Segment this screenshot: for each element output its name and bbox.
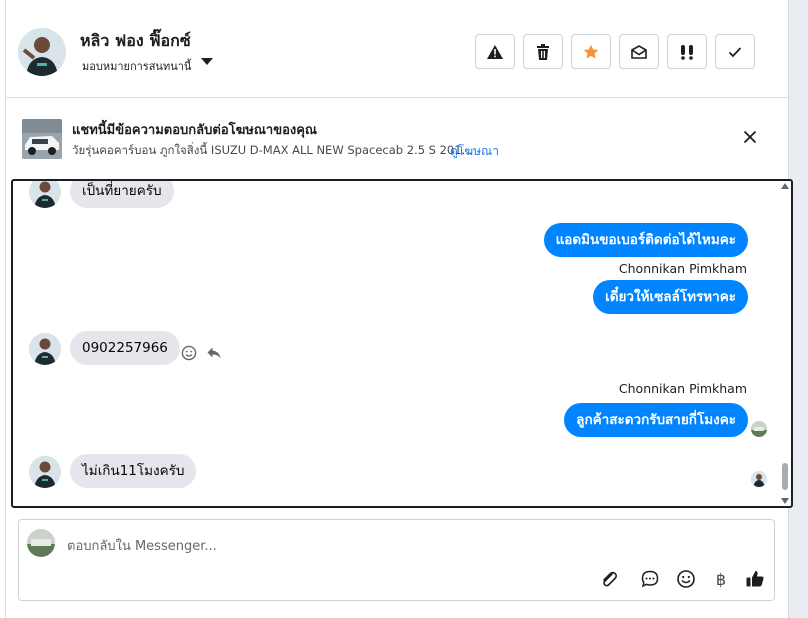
done-icon — [728, 46, 742, 57]
message-bubble-outgoing[interactable]: เดี๋ยวให้เซลล์โทรหาคะ — [593, 280, 748, 314]
message-bubble-incoming[interactable]: ไม่เกิน11โมงครับ — [70, 454, 197, 488]
react-button[interactable] — [181, 345, 197, 361]
star-icon — [583, 44, 599, 58]
attach-button[interactable] — [597, 567, 621, 591]
contact-message-avatar — [29, 333, 61, 365]
warning-button[interactable] — [475, 34, 515, 69]
ad-reply-banner: แชทนี้มีข้อความตอบกลับต่อโฆษณาของคุณ วัย… — [6, 99, 788, 177]
reply-icon — [207, 347, 221, 359]
reply-button[interactable] — [206, 345, 222, 361]
message-bubble-incoming[interactable]: เป็นที่ยายครับ — [70, 181, 174, 208]
trash-icon — [537, 43, 549, 60]
contact-message-avatar — [29, 181, 61, 208]
ad-thumbnail[interactable] — [22, 119, 62, 159]
page: หลิว ฟอง ฟิ๊อกซ์ มอบหมายการสนทนานี้ แชทน… — [0, 0, 808, 618]
message-bubble-incoming[interactable]: 0902257966 — [70, 331, 180, 365]
spam-icon — [681, 44, 693, 60]
emoji-button[interactable] — [674, 567, 698, 591]
saved-reply-button[interactable] — [638, 567, 662, 591]
contact-message-avatar — [29, 456, 61, 488]
emoji-icon — [677, 570, 695, 588]
reply-input[interactable] — [67, 536, 667, 556]
send-like-button[interactable] — [743, 567, 767, 591]
done-button[interactable] — [715, 34, 755, 69]
thumbs-up-icon — [746, 571, 764, 587]
scroll-down-icon — [781, 498, 789, 504]
seen-receipt-avatar — [751, 421, 767, 437]
message-bubble-outgoing[interactable]: แอดมินขอเบอร์ติดต่อได้ไหมคะ — [543, 223, 748, 257]
message-thread[interactable]: เป็นที่ยายครับ แอดมินขอเบอร์ติดต่อได้ไหม… — [11, 179, 793, 508]
reply-composer: ฿ — [18, 519, 775, 601]
seen-receipt-avatar — [751, 471, 767, 487]
saved-reply-icon — [641, 570, 659, 588]
baht-icon: ฿ — [715, 569, 727, 589]
star-button[interactable] — [571, 34, 611, 69]
warning-icon — [487, 44, 503, 59]
message-sender-name: Chonnikan Pimkham — [618, 381, 747, 396]
delete-button[interactable] — [523, 34, 563, 69]
conversation-panel: หลิว ฟอง ฟิ๊อกซ์ มอบหมายการสนทนานี้ แชทน… — [6, 0, 793, 618]
view-ad-link[interactable]: ดูโฆษณา — [450, 142, 499, 161]
ad-banner-subtitle: วัยรุ่นคอคาร์บอน ภูกใจสิ่งนี้ ISUZU D-MA… — [72, 143, 473, 157]
smiley-icon — [181, 345, 197, 361]
ad-banner-title: แชทนี้มีข้อความตอบกลับต่อโฆษณาของคุณ — [72, 123, 317, 138]
close-icon — [743, 130, 757, 144]
scroll-up-icon — [781, 183, 789, 189]
message-sender-name: Chonnikan Pimkham — [618, 261, 747, 276]
contact-name: หลิว ฟอง ฟิ๊อกซ์ — [80, 31, 191, 50]
contact-avatar[interactable] — [18, 28, 66, 76]
payment-button[interactable]: ฿ — [709, 567, 733, 591]
message-bubble-outgoing[interactable]: ลูกค้าสะดวกรับสายกี่โมงคะ — [564, 403, 748, 437]
mark-unread-icon — [631, 44, 647, 59]
conversation-header: หลิว ฟอง ฟิ๊อกซ์ มอบหมายการสนทนานี้ — [6, 0, 788, 98]
assign-conversation-label[interactable]: มอบหมายการสนทนานี้ — [82, 57, 191, 75]
page-avatar — [27, 529, 55, 557]
spam-button[interactable] — [667, 34, 707, 69]
thread-scrollbar[interactable] — [779, 181, 791, 506]
scroll-thumb — [782, 463, 788, 490]
attach-icon — [603, 571, 618, 587]
close-ad-banner-button[interactable] — [739, 126, 761, 148]
chevron-down-icon[interactable] — [201, 58, 213, 65]
mark-unread-button[interactable] — [619, 34, 659, 69]
